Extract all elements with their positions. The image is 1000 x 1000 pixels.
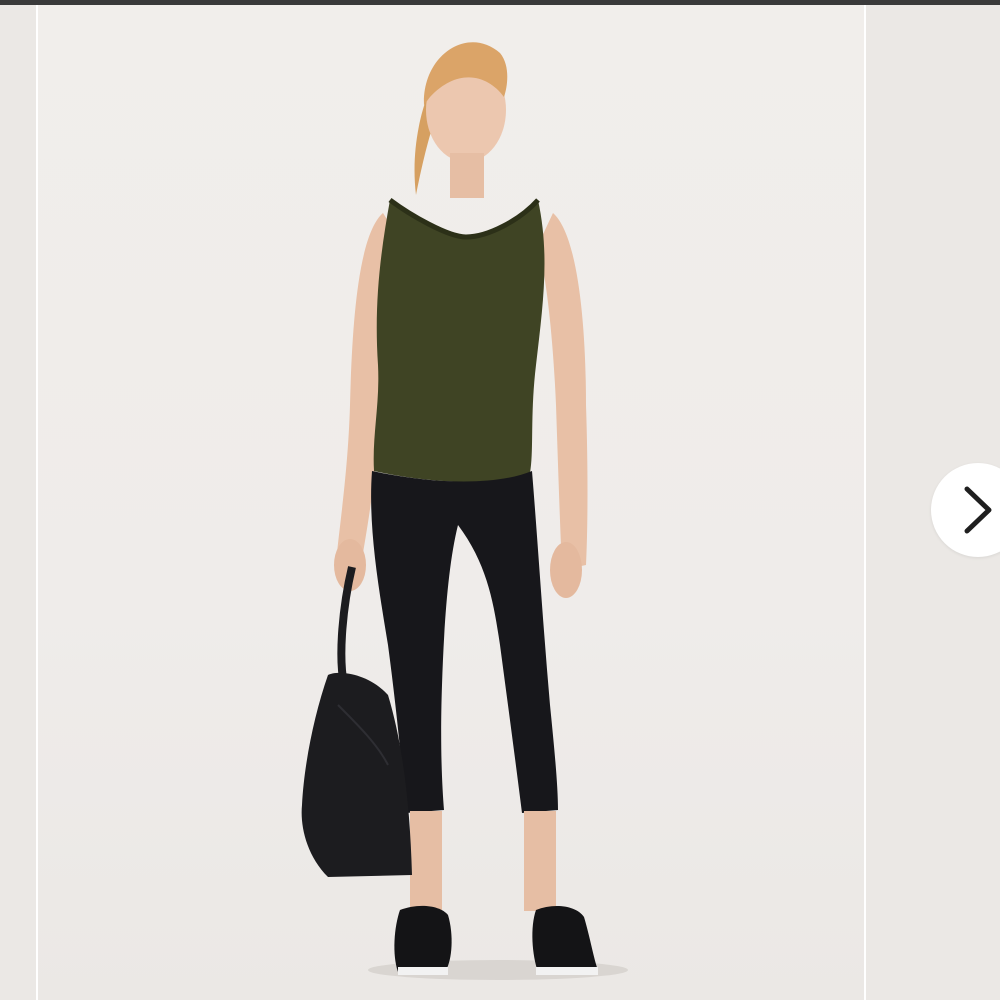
product-image-slide[interactable]	[38, 5, 864, 1000]
product-photo	[301, 42, 628, 980]
right-calf	[524, 811, 556, 911]
product-image-carousel[interactable]	[0, 5, 1000, 1000]
left-calf	[410, 811, 442, 911]
previous-slide-peek[interactable]	[0, 5, 36, 1000]
chevron-right-icon	[964, 486, 992, 534]
right-shoe-sole	[536, 967, 598, 975]
tank-top	[373, 200, 545, 482]
neck	[450, 153, 484, 198]
right-shoe	[532, 905, 598, 972]
right-arm	[538, 213, 588, 570]
left-shoe-sole	[398, 967, 448, 975]
right-hand	[550, 542, 582, 598]
left-shoe	[394, 905, 452, 972]
